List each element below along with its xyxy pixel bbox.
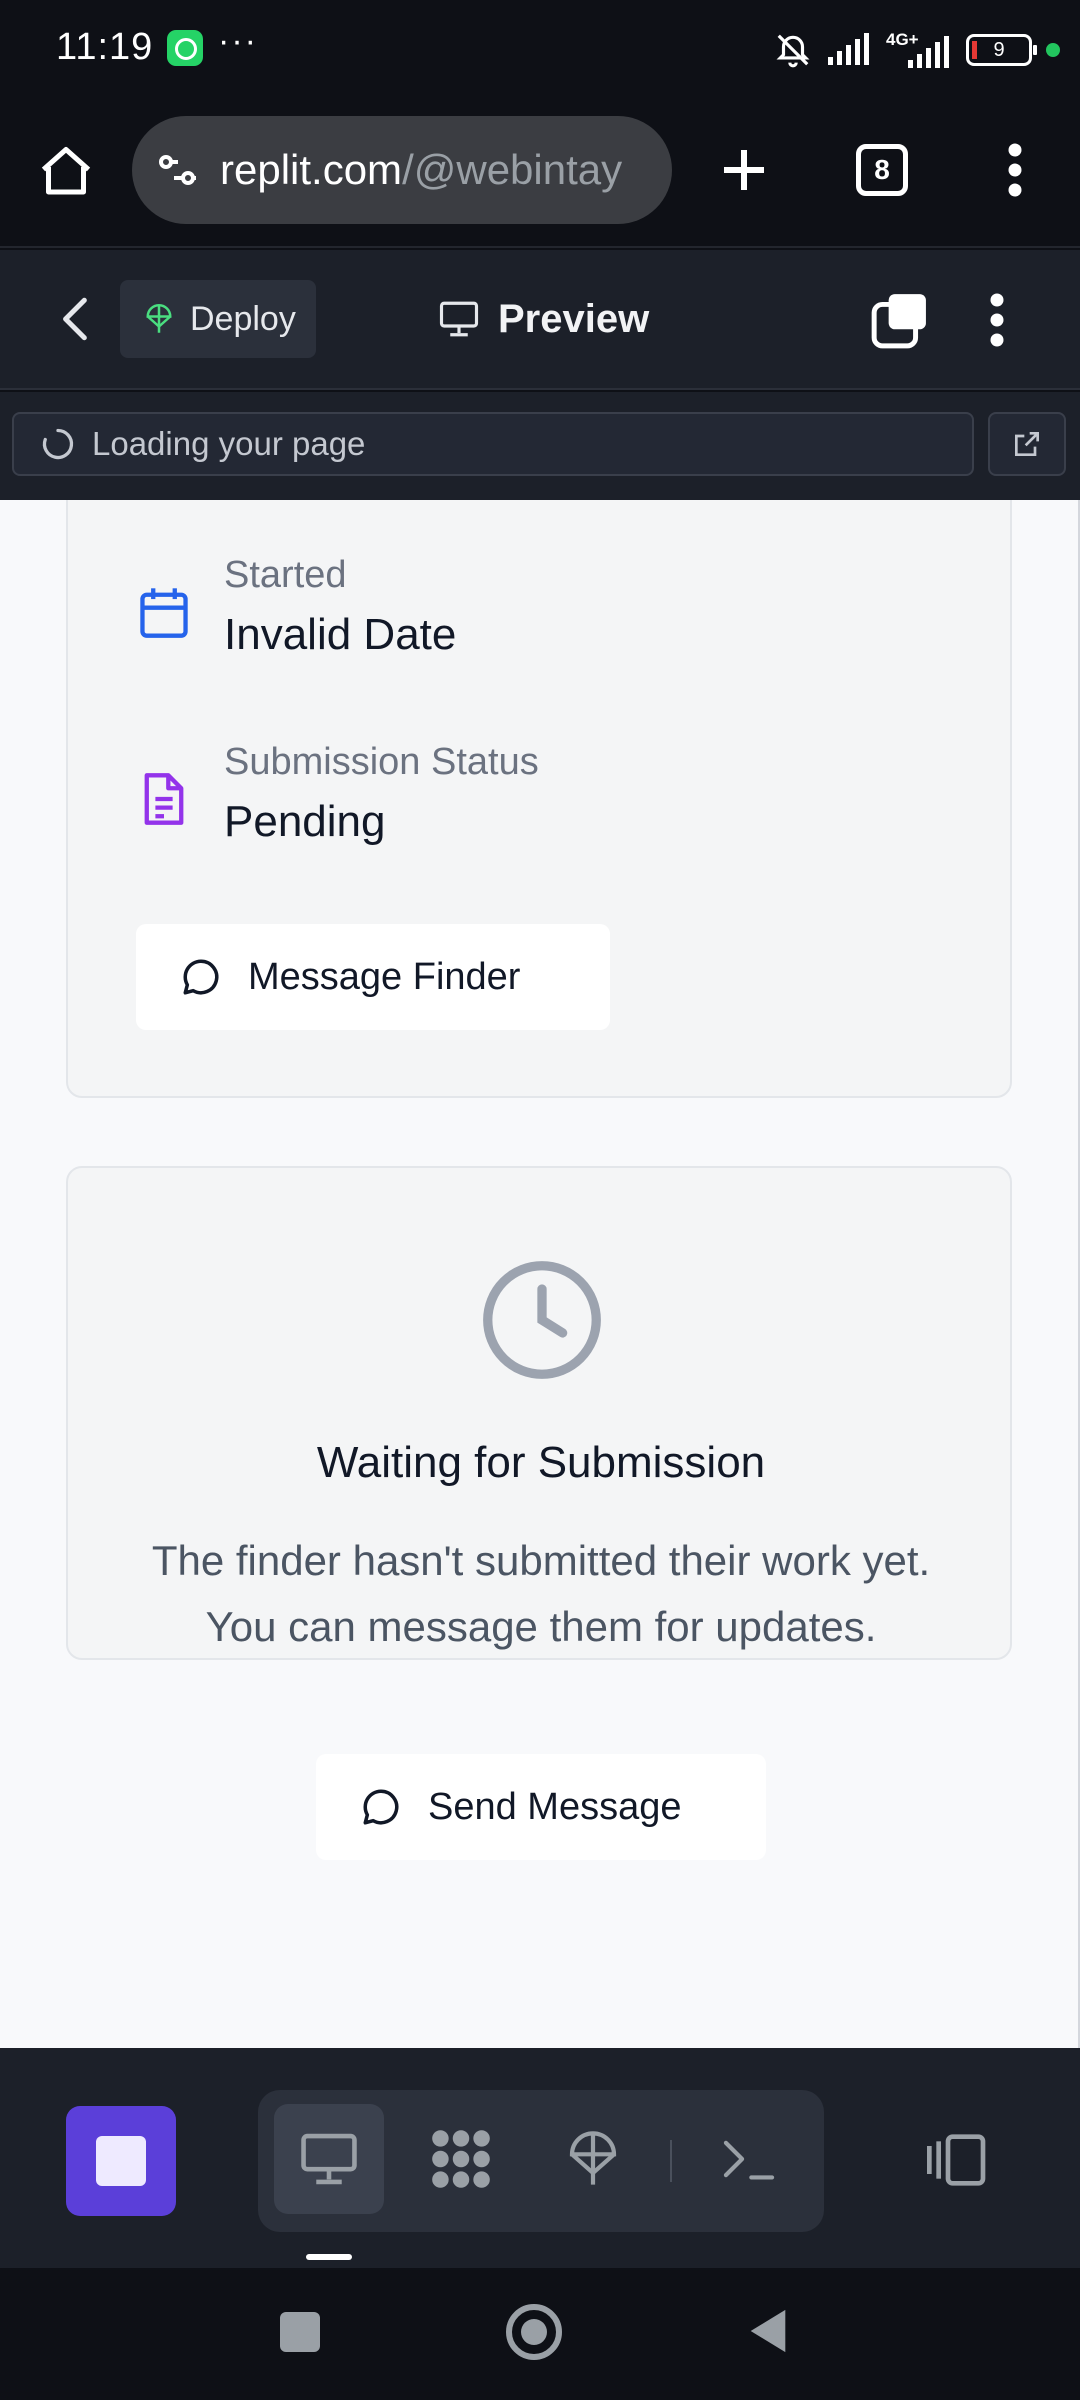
send-message-button[interactable]: Send Message bbox=[316, 1754, 766, 1860]
loading-spinner-icon bbox=[42, 428, 74, 460]
new-tab-icon[interactable] bbox=[714, 140, 774, 200]
back-chevron-icon[interactable] bbox=[56, 294, 96, 344]
privacy-indicator-icon bbox=[1046, 43, 1060, 57]
preview-tool-button[interactable] bbox=[274, 2104, 384, 2214]
status-time: 11:19 bbox=[56, 26, 154, 68]
whatsapp-icon bbox=[167, 30, 203, 66]
waiting-title: Waiting for Submission bbox=[316, 1438, 766, 1487]
tool-switcher bbox=[258, 2090, 824, 2232]
submission-status-label: Submission Status bbox=[224, 741, 539, 783]
monitor-icon bbox=[301, 2133, 357, 2185]
browser-toolbar: replit.com/@webintay 8 bbox=[0, 100, 1080, 248]
device-frame-icon[interactable] bbox=[920, 2132, 990, 2188]
details-card: Started Invalid Date Submission Status P… bbox=[66, 500, 1012, 1098]
calendar-icon bbox=[140, 588, 188, 638]
status-bar: 11:19 ··· 4G+ 9 bbox=[0, 0, 1080, 100]
workspace-tool-button[interactable] bbox=[406, 2104, 516, 2214]
multi-window-icon[interactable] bbox=[870, 292, 928, 350]
deploy-icon bbox=[146, 304, 172, 333]
started-value: Invalid Date bbox=[224, 610, 457, 659]
grid-blobs-icon bbox=[432, 2130, 490, 2188]
terminal-icon bbox=[723, 2140, 775, 2180]
replit-header: Deploy Preview bbox=[0, 250, 1080, 390]
url-text[interactable]: replit.com/@webintay bbox=[220, 146, 622, 194]
active-tab-indicator bbox=[306, 2254, 352, 2260]
chat-bubble-icon bbox=[363, 1789, 399, 1825]
tab-switcher-button[interactable]: 8 bbox=[856, 144, 908, 196]
stop-icon bbox=[96, 2136, 146, 2186]
deploy-button[interactable]: Deploy bbox=[120, 280, 316, 358]
monitor-icon bbox=[439, 301, 479, 337]
chat-bubble-icon bbox=[183, 959, 219, 995]
waiting-card: Waiting for Submission The finder hasn't… bbox=[66, 1166, 1012, 1860]
more-notifications-icon: ··· bbox=[218, 22, 258, 60]
deploy-icon bbox=[569, 2131, 617, 2185]
external-link-icon bbox=[1015, 432, 1039, 456]
home-icon[interactable] bbox=[36, 142, 96, 202]
preview-address-input[interactable]: Loading your page bbox=[12, 412, 974, 476]
signal-icon bbox=[828, 33, 869, 65]
mute-bell-icon bbox=[776, 34, 810, 68]
waiting-description: The finder hasn't submitted their work y… bbox=[151, 1537, 931, 1650]
preview-url-bar: Loading your page bbox=[0, 392, 1080, 500]
replit-bottom-toolbar bbox=[0, 2048, 1080, 2268]
preview-page: Started Invalid Date Submission Status P… bbox=[0, 500, 1080, 2048]
open-external-button[interactable] bbox=[988, 412, 1066, 476]
back-triangle-icon[interactable] bbox=[746, 2306, 790, 2356]
home-button-icon[interactable] bbox=[506, 2304, 562, 2360]
submission-status-value: Pending bbox=[224, 797, 386, 846]
site-settings-icon[interactable] bbox=[154, 146, 202, 194]
shell-tool-button[interactable] bbox=[694, 2104, 804, 2214]
document-icon bbox=[144, 773, 184, 825]
recents-icon[interactable] bbox=[280, 2312, 320, 2352]
battery-icon: 9 bbox=[966, 34, 1037, 66]
system-navigation-bar bbox=[0, 2268, 1080, 2400]
browser-menu-icon[interactable] bbox=[1000, 140, 1030, 200]
deploy-tool-button[interactable] bbox=[538, 2104, 648, 2214]
started-label: Started bbox=[224, 554, 347, 596]
replit-menu-icon[interactable] bbox=[982, 290, 1012, 350]
address-bar[interactable]: replit.com/@webintay bbox=[132, 116, 672, 224]
clock-icon bbox=[483, 1261, 601, 1379]
message-finder-button[interactable]: Message Finder bbox=[136, 924, 610, 1030]
stop-button[interactable] bbox=[66, 2106, 176, 2216]
signal-4g-icon: 4G+ bbox=[886, 30, 952, 70]
preview-tab[interactable]: Preview bbox=[438, 294, 649, 344]
